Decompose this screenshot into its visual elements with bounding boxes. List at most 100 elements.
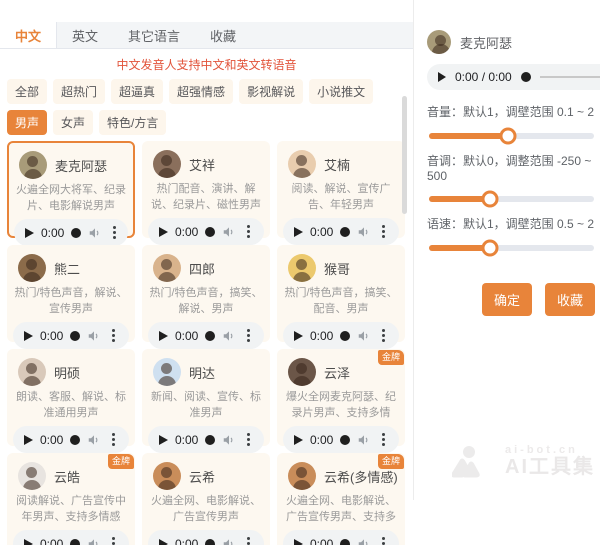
play-icon[interactable] — [159, 539, 168, 545]
language-tab[interactable]: 其它语言 — [113, 22, 195, 48]
more-options-icon[interactable] — [110, 224, 119, 241]
filter-tag[interactable]: 超热门 — [53, 79, 105, 104]
play-icon[interactable] — [159, 331, 168, 341]
voice-description: 热门/特色声音，解说、宣传男声 — [13, 286, 129, 318]
filter-tag[interactable]: 男声 — [7, 110, 47, 135]
seek-handle[interactable] — [521, 72, 531, 82]
volume-icon[interactable] — [357, 329, 371, 343]
seek-handle[interactable] — [205, 227, 215, 237]
volume-icon[interactable] — [357, 433, 371, 447]
voice-card[interactable]: 金牌 云皓 阅读解说、广告宣传中年男声、支持多情感 0:00 — [7, 453, 135, 545]
language-tab[interactable]: 英文 — [57, 22, 113, 48]
filter-tag[interactable]: 小说推文 — [309, 79, 373, 104]
play-icon[interactable] — [294, 331, 303, 341]
language-tab[interactable]: 中文 — [0, 22, 57, 48]
preview-audio-player[interactable]: 0:00 / 0:00 — [427, 64, 600, 90]
language-tab[interactable]: 收藏 — [195, 22, 251, 48]
filter-tag[interactable]: 特色/方言 — [99, 110, 166, 135]
play-icon[interactable] — [24, 331, 33, 341]
volume-icon[interactable] — [222, 225, 236, 239]
more-options-icon[interactable] — [109, 431, 118, 448]
voice-card[interactable]: 明硕 朗读、客服、解说、标准通用男声 0:00 — [7, 349, 135, 446]
more-options-icon[interactable] — [109, 327, 118, 344]
volume-icon[interactable] — [222, 329, 236, 343]
card-audio-player[interactable]: 0:00 — [283, 322, 399, 349]
confirm-button[interactable]: 确定 — [482, 283, 532, 316]
more-options-icon[interactable] — [244, 431, 253, 448]
filter-tag[interactable]: 女声 — [53, 110, 93, 135]
play-icon[interactable] — [294, 435, 303, 445]
slider-thumb[interactable] — [482, 191, 499, 208]
voice-card[interactable]: 猴哥 热门/特色声音，搞笑、配音、男声 0:00 — [277, 245, 405, 342]
more-options-icon[interactable] — [109, 535, 118, 545]
card-audio-player[interactable]: 0:00 — [14, 219, 128, 246]
card-audio-player[interactable]: 0:00 — [283, 530, 399, 545]
play-icon[interactable] — [25, 228, 34, 238]
voice-description: 火遍全网、电影解说、广告宣传男声 — [148, 494, 264, 526]
more-options-icon[interactable] — [244, 223, 253, 240]
voice-card[interactable]: 艾祥 热门配音、演讲、解说、纪录片、磁性男声 0:00 — [142, 141, 270, 238]
play-icon[interactable] — [24, 435, 33, 445]
seek-handle[interactable] — [340, 539, 350, 545]
volume-icon[interactable] — [87, 433, 101, 447]
list-scrollbar[interactable] — [402, 96, 407, 214]
card-audio-player[interactable]: 0:00 — [13, 426, 129, 453]
more-options-icon[interactable] — [244, 327, 253, 344]
play-icon[interactable] — [294, 539, 303, 545]
play-icon[interactable] — [24, 539, 33, 545]
seek-handle[interactable] — [70, 435, 80, 445]
voice-card[interactable]: 四郎 热门/特色声音，搞笑、解说、男声 0:00 — [142, 245, 270, 342]
slider-track[interactable] — [429, 196, 594, 202]
seek-handle[interactable] — [71, 228, 81, 238]
volume-icon[interactable] — [357, 225, 371, 239]
volume-icon[interactable] — [88, 226, 102, 240]
play-icon[interactable] — [438, 72, 446, 82]
seek-handle[interactable] — [340, 227, 350, 237]
voice-card[interactable]: 云希 火遍全网、电影解说、广告宣传男声 0:00 — [142, 453, 270, 545]
more-options-icon[interactable] — [244, 535, 253, 545]
filter-tag[interactable]: 超逼真 — [111, 79, 163, 104]
seek-track[interactable] — [540, 76, 600, 78]
more-options-icon[interactable] — [379, 431, 388, 448]
card-audio-player[interactable]: 0:00 — [148, 530, 264, 545]
voice-card[interactable]: 金牌 云希(多情感) 火遍全网、电影解说、广告宣传男声、支持多情感、多角色 0:… — [277, 453, 405, 545]
slider-track[interactable] — [429, 245, 594, 251]
card-audio-player[interactable]: 0:00 — [283, 426, 399, 453]
seek-handle[interactable] — [205, 331, 215, 341]
seek-handle[interactable] — [205, 435, 215, 445]
seek-handle[interactable] — [205, 539, 215, 545]
seek-handle[interactable] — [70, 539, 80, 545]
more-options-icon[interactable] — [379, 535, 388, 545]
seek-handle[interactable] — [340, 435, 350, 445]
slider-track[interactable] — [429, 133, 594, 139]
voice-card[interactable]: 麦克阿瑟 火遍全网大将军、纪录片、电影解说男声 0:00 — [7, 141, 135, 238]
more-options-icon[interactable] — [379, 327, 388, 344]
play-icon[interactable] — [159, 435, 168, 445]
favorite-button[interactable]: 收藏 — [545, 283, 595, 316]
voice-card[interactable]: 艾楠 阅读、解说、宣传广告、年轻男声 0:00 — [277, 141, 405, 238]
voice-card[interactable]: 熊二 热门/特色声音，解说、宣传男声 0:00 — [7, 245, 135, 342]
play-icon[interactable] — [159, 227, 168, 237]
filter-tag[interactable]: 超强情感 — [169, 79, 233, 104]
card-audio-player[interactable]: 0:00 — [148, 322, 264, 349]
volume-icon[interactable] — [222, 433, 236, 447]
filter-tag[interactable]: 全部 — [7, 79, 47, 104]
slider-thumb[interactable] — [500, 128, 517, 145]
filter-tag[interactable]: 影视解说 — [239, 79, 303, 104]
card-audio-player[interactable]: 0:00 — [148, 426, 264, 453]
card-audio-player[interactable]: 0:00 — [13, 530, 129, 545]
card-audio-player[interactable]: 0:00 — [283, 218, 399, 245]
volume-icon[interactable] — [87, 537, 101, 545]
voice-card[interactable]: 明达 新闻、阅读、宣传、标准男声 0:00 — [142, 349, 270, 446]
slider-thumb[interactable] — [482, 240, 499, 257]
volume-icon[interactable] — [357, 537, 371, 545]
volume-icon[interactable] — [222, 537, 236, 545]
seek-handle[interactable] — [340, 331, 350, 341]
volume-icon[interactable] — [87, 329, 101, 343]
card-audio-player[interactable]: 0:00 — [13, 322, 129, 349]
voice-card[interactable]: 金牌 云泽 爆火全网麦克阿瑟、纪录片男声、支持多情感、多角色 0:00 — [277, 349, 405, 446]
play-icon[interactable] — [294, 227, 303, 237]
more-options-icon[interactable] — [379, 223, 388, 240]
card-audio-player[interactable]: 0:00 — [148, 218, 264, 245]
seek-handle[interactable] — [70, 331, 80, 341]
